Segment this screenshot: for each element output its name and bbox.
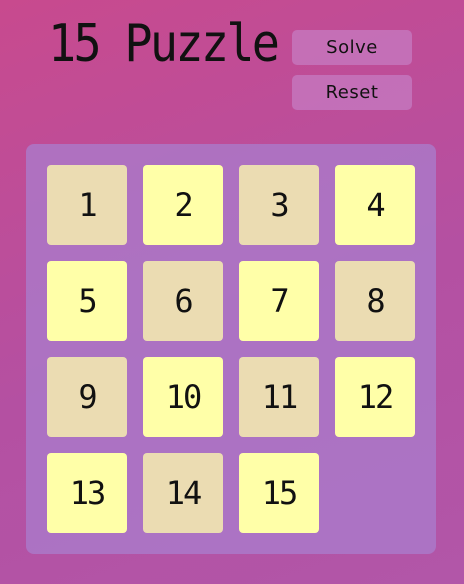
tile-7[interactable]: 7 [239, 261, 319, 341]
tile-2[interactable]: 2 [143, 165, 223, 245]
tile-10[interactable]: 10 [143, 357, 223, 437]
puzzle-board: 1 2 3 4 5 6 7 8 9 10 11 12 13 14 15 [26, 144, 436, 554]
tile-14[interactable]: 14 [143, 453, 223, 533]
tile-12[interactable]: 12 [335, 357, 415, 437]
tile-5[interactable]: 5 [47, 261, 127, 341]
tile-4[interactable]: 4 [335, 165, 415, 245]
page-title: 15 Puzzle [48, 14, 280, 74]
tile-11[interactable]: 11 [239, 357, 319, 437]
tile-15[interactable]: 15 [239, 453, 319, 533]
tile-9[interactable]: 9 [47, 357, 127, 437]
tile-6[interactable]: 6 [143, 261, 223, 341]
solve-button[interactable]: Solve [292, 30, 412, 65]
tile-8[interactable]: 8 [335, 261, 415, 341]
tile-1[interactable]: 1 [47, 165, 127, 245]
reset-button[interactable]: Reset [292, 75, 412, 110]
tile-3[interactable]: 3 [239, 165, 319, 245]
tile-13[interactable]: 13 [47, 453, 127, 533]
